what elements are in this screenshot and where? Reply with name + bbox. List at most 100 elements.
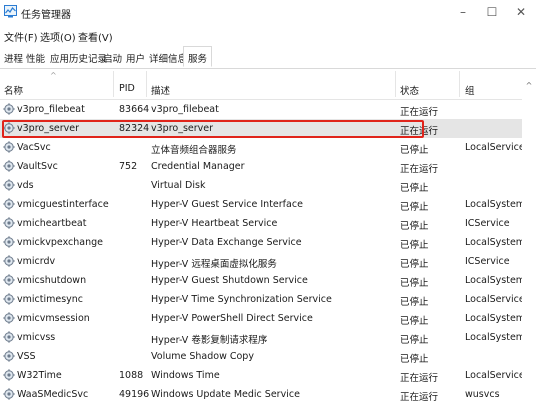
service-description: Virtual Disk bbox=[151, 180, 206, 191]
table-row[interactable]: vmicheartbeat Hyper-V Heartbeat Service 已停… bbox=[0, 214, 522, 233]
service-gear-icon bbox=[3, 103, 15, 115]
column-group[interactable]: 组 bbox=[465, 83, 475, 97]
service-group: ICService bbox=[465, 218, 510, 229]
menu-options[interactable]: 选项(O) bbox=[40, 29, 76, 44]
service-status: 已停止 bbox=[400, 145, 429, 156]
service-gear-icon bbox=[3, 274, 15, 286]
service-name: VaultSvc bbox=[17, 161, 58, 172]
table-row[interactable]: vds Virtual Disk 已停止 bbox=[0, 176, 522, 195]
table-row[interactable]: v3pro_server 82324 v3pro_server 正在运行 bbox=[0, 119, 522, 138]
service-gear-icon bbox=[3, 350, 15, 362]
service-gear-icon bbox=[3, 160, 15, 172]
tab-performance[interactable]: 性能 bbox=[26, 51, 45, 65]
column-description[interactable]: 描述 bbox=[151, 83, 170, 97]
service-description: 立体音频组合器服务 bbox=[151, 145, 237, 156]
minimize-button[interactable]: – bbox=[448, 2, 478, 22]
service-name: vmicshutdown bbox=[17, 275, 87, 286]
service-name: vmictimesync bbox=[17, 294, 84, 305]
service-description: Credential Manager bbox=[151, 161, 245, 172]
service-status: 已停止 bbox=[400, 354, 429, 365]
service-group: LocalService bbox=[465, 370, 522, 381]
service-status: 正在运行 bbox=[400, 126, 439, 137]
column-name[interactable]: 名称 bbox=[4, 83, 23, 97]
service-gear-icon bbox=[3, 236, 15, 248]
menu-bar: 文件(F) 选项(O) 查看(V) bbox=[0, 26, 536, 44]
service-name: vmicheartbeat bbox=[17, 218, 87, 229]
service-status: 已停止 bbox=[400, 240, 429, 251]
table-row[interactable]: VSS Volume Shadow Copy 已停止 bbox=[0, 347, 522, 366]
service-group: LocalService... bbox=[465, 142, 522, 153]
tab-users[interactable]: 用户 bbox=[126, 51, 145, 65]
tab-details[interactable]: 详细信息 bbox=[149, 51, 187, 65]
table-row[interactable]: v3pro_filebeat 83664 v3pro_filebeat 正在运行 bbox=[0, 100, 522, 119]
tab-startup[interactable]: 启动 bbox=[103, 51, 122, 65]
maximize-button[interactable]: ☐ bbox=[477, 2, 507, 22]
service-gear-icon bbox=[3, 179, 15, 191]
service-description: Windows Time bbox=[151, 370, 220, 381]
service-name: VacSvc bbox=[17, 142, 51, 153]
service-pid: 752 bbox=[119, 161, 138, 172]
service-name: vmicrdv bbox=[17, 256, 56, 267]
service-description: Hyper-V Guest Shutdown Service bbox=[151, 275, 308, 286]
service-status: 正在运行 bbox=[400, 392, 439, 403]
table-row[interactable]: vmicshutdown Hyper-V Guest Shutdown Servi… bbox=[0, 271, 522, 290]
table-row[interactable]: vmicguestinterface Hyper-V Guest Service … bbox=[0, 195, 522, 214]
table-row[interactable]: vmickvpexchange Hyper-V Data Exchange Ser… bbox=[0, 233, 522, 252]
service-description: Hyper-V 远程桌面虚拟化服务 bbox=[151, 259, 277, 270]
service-gear-icon bbox=[3, 122, 15, 134]
service-group: LocalSystem... bbox=[465, 199, 522, 210]
window-title: 任务管理器 bbox=[21, 10, 71, 21]
service-name: v3pro_filebeat bbox=[17, 104, 85, 115]
service-description: Hyper-V Data Exchange Service bbox=[151, 237, 302, 248]
service-status: 已停止 bbox=[400, 259, 429, 270]
title-bar: 任务管理器 – ☐ ✕ bbox=[0, 0, 536, 26]
service-pid: 49196 bbox=[119, 389, 150, 400]
service-description: v3pro_server bbox=[151, 123, 214, 134]
service-pid: 83664 bbox=[119, 104, 150, 115]
column-divider[interactable] bbox=[459, 71, 460, 97]
table-row[interactable]: vmictimesync Hyper-V Time Synchronization… bbox=[0, 290, 522, 309]
service-group: LocalService... bbox=[465, 294, 522, 305]
menu-file[interactable]: 文件(F) bbox=[4, 29, 38, 44]
service-group: LocalSystem... bbox=[465, 313, 522, 324]
close-button[interactable]: ✕ bbox=[506, 2, 536, 22]
table-row[interactable]: VaultSvc 752 Credential Manager 正在运行 bbox=[0, 157, 522, 176]
service-name: vds bbox=[17, 180, 34, 191]
column-divider[interactable] bbox=[395, 71, 396, 97]
scroll-up-arrow-icon[interactable]: ^ bbox=[522, 81, 536, 90]
column-pid[interactable]: PID bbox=[119, 83, 135, 94]
service-description: v3pro_filebeat bbox=[151, 104, 219, 115]
service-name: vmicguestinterface bbox=[17, 199, 109, 210]
table-row[interactable]: vmicvmsession Hyper-V PowerShell Direct S… bbox=[0, 309, 522, 328]
service-gear-icon bbox=[3, 198, 15, 210]
tab-app-history[interactable]: 应用历史记录 bbox=[50, 51, 107, 65]
service-name: W32Time bbox=[17, 370, 62, 381]
table-row[interactable]: vmicvss Hyper-V 卷影复制请求程序 已停止 LocalSystem... bbox=[0, 328, 522, 347]
service-gear-icon bbox=[3, 331, 15, 343]
service-gear-icon bbox=[3, 369, 15, 381]
column-divider[interactable] bbox=[113, 71, 114, 97]
service-status: 已停止 bbox=[400, 221, 429, 232]
service-description: Hyper-V PowerShell Direct Service bbox=[151, 313, 313, 324]
service-group: LocalSystem... bbox=[465, 332, 522, 343]
column-status[interactable]: 状态 bbox=[400, 83, 419, 97]
tab-services[interactable]: 服务 bbox=[183, 46, 213, 67]
tab-bar: 进程 性能 应用历史记录 启动 用户 详细信息 服务 bbox=[0, 46, 536, 69]
vertical-scrollbar[interactable]: ^ bbox=[522, 69, 536, 411]
services-list: v3pro_filebeat 83664 v3pro_filebeat 正在运行 v3p… bbox=[0, 100, 522, 411]
service-group: wusvcs bbox=[465, 389, 500, 400]
service-pid: 82324 bbox=[119, 123, 150, 134]
service-pid: 1088 bbox=[119, 370, 144, 381]
column-divider[interactable] bbox=[146, 71, 147, 97]
table-row[interactable]: VacSvc 立体音频组合器服务 已停止 LocalService... bbox=[0, 138, 522, 157]
service-description: Hyper-V Guest Service Interface bbox=[151, 199, 303, 210]
tab-processes[interactable]: 进程 bbox=[4, 51, 23, 65]
table-row[interactable]: WaaSMedicSvc 49196 Windows Update Medic Se… bbox=[0, 385, 522, 404]
service-gear-icon bbox=[3, 293, 15, 305]
service-description: Windows Update Medic Service bbox=[151, 389, 300, 400]
table-row[interactable]: vmicrdv Hyper-V 远程桌面虚拟化服务 已停止 ICService bbox=[0, 252, 522, 271]
table-row[interactable]: W32Time 1088 Windows Time 正在运行 LocalService bbox=[0, 366, 522, 385]
service-status: 正在运行 bbox=[400, 373, 439, 384]
menu-view[interactable]: 查看(V) bbox=[78, 29, 113, 44]
service-status: 已停止 bbox=[400, 183, 429, 194]
